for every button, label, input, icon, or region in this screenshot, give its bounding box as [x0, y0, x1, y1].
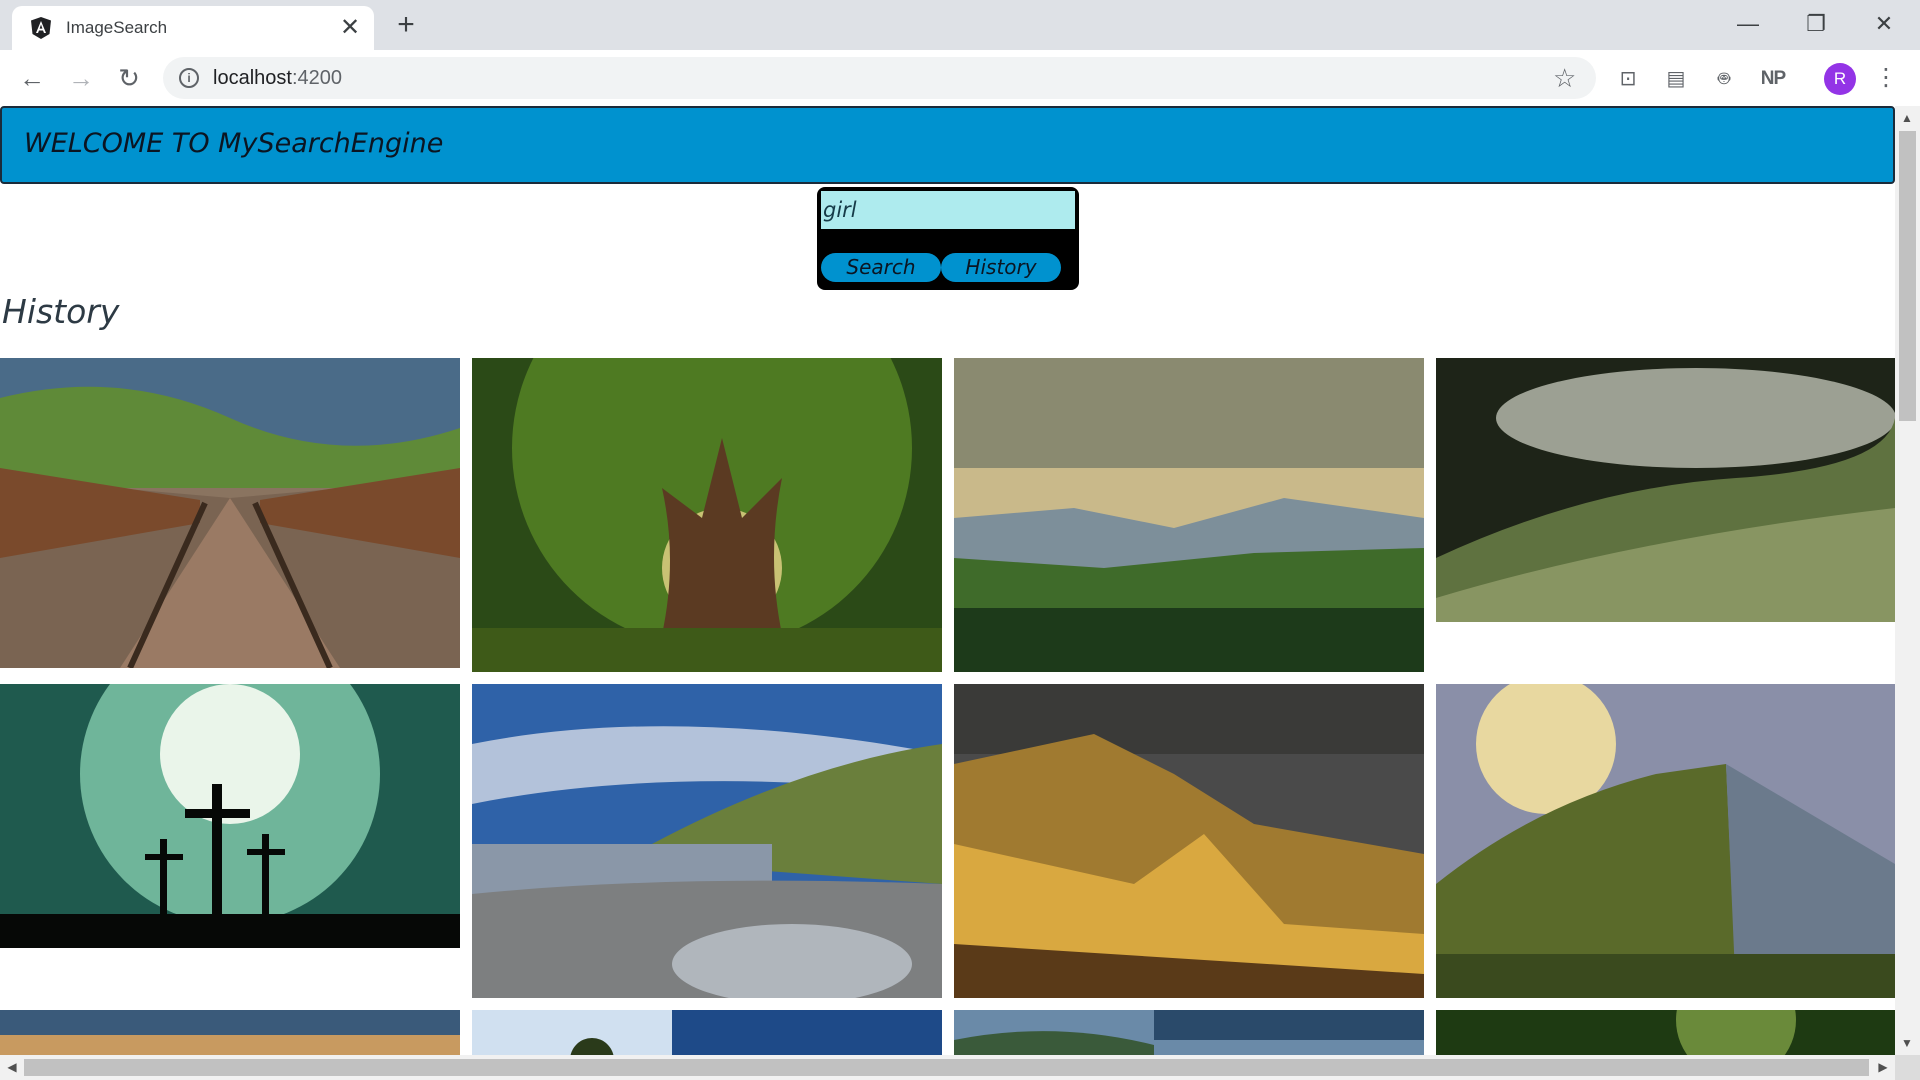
gallery-image-misty-hills[interactable] — [1436, 358, 1895, 622]
np-extension-icon[interactable]: NP — [1756, 65, 1790, 93]
url-host: localhost — [213, 67, 292, 89]
gallery-image-blue-sky-tree[interactable] — [472, 1010, 942, 1055]
address-bar[interactable]: i localhost:4200 ☆ — [163, 57, 1596, 99]
robot-extension-icon[interactable]: 🤖︎ — [1710, 65, 1738, 93]
window-close-button[interactable]: ✕ — [1854, 4, 1914, 44]
scrollbar-corner — [1895, 1055, 1920, 1080]
gallery-image-ancient-tree[interactable] — [472, 358, 942, 672]
tab-title: ImageSearch — [66, 18, 168, 37]
minimize-button[interactable]: — — [1718, 4, 1778, 44]
maximize-button[interactable]: ❐ — [1786, 4, 1846, 44]
site-header: WELCOME TO MySearchEngine — [0, 106, 1895, 184]
browser-menu-icon[interactable]: ⋮ — [1874, 63, 1898, 95]
search-input[interactable] — [821, 191, 1075, 229]
gallery-image-three-crosses[interactable] — [0, 684, 460, 948]
browser-tab[interactable]: ImageSearch ✕ — [12, 6, 374, 50]
page-viewport: WELCOME TO MySearchEngine Search History… — [0, 106, 1895, 1055]
horizontal-scrollbar[interactable]: ◀ ▶ — [0, 1055, 1895, 1080]
scroll-left-icon[interactable]: ◀ — [2, 1057, 22, 1077]
search-button[interactable]: Search — [821, 253, 941, 282]
profile-avatar[interactable]: R — [1824, 63, 1856, 95]
angular-icon — [31, 17, 51, 39]
bookmark-star-icon[interactable]: ☆ — [1553, 64, 1576, 92]
back-arrow-icon[interactable]: ← — [15, 61, 49, 95]
url-port: :4200 — [291, 67, 342, 89]
clipboard-extension-icon[interactable]: ▤ — [1662, 65, 1690, 93]
reload-icon[interactable]: ↻ — [112, 61, 146, 95]
site-title: WELCOME TO MySearchEngine — [24, 128, 444, 159]
gallery-image-dusk-sky[interactable] — [0, 1010, 460, 1055]
info-icon[interactable]: i — [179, 68, 199, 88]
pocket-extension-icon[interactable]: ⊡ — [1614, 65, 1642, 93]
tab-close-icon[interactable]: ✕ — [336, 14, 364, 42]
vertical-scroll-thumb[interactable] — [1899, 131, 1916, 421]
scroll-up-icon[interactable]: ▲ — [1897, 108, 1917, 128]
gallery-image-mountain-valley[interactable] — [954, 358, 1424, 672]
history-button[interactable]: History — [941, 253, 1061, 282]
new-tab-button[interactable]: + — [390, 10, 422, 42]
browser-tabstrip: ImageSearch ✕ + — ❐ ✕ — [0, 0, 1920, 50]
url-text[interactable]: localhost:4200 — [213, 67, 342, 90]
gallery-image-cloudy-hills[interactable] — [954, 1010, 1424, 1055]
browser-toolbar: ← → ↻ i localhost:4200 ☆ ⊡ ▤ 🤖︎ NP R ⋮ — [0, 50, 1920, 106]
gallery-image-rocky-coast[interactable] — [472, 684, 942, 998]
forward-arrow-icon[interactable]: → — [64, 61, 98, 95]
vertical-scrollbar[interactable]: ▲ ▼ — [1895, 106, 1920, 1055]
gallery-image-railway-bridge[interactable] — [0, 358, 460, 668]
gallery-image-sunset-cliff[interactable] — [1436, 684, 1895, 998]
gallery-image-golden-cliffs[interactable] — [954, 684, 1424, 998]
search-panel: Search History — [817, 187, 1079, 290]
history-heading: History — [2, 292, 120, 331]
scroll-right-icon[interactable]: ▶ — [1873, 1057, 1893, 1077]
gallery-image-green-canopy[interactable] — [1436, 1010, 1895, 1055]
horizontal-scroll-thumb[interactable] — [24, 1059, 1869, 1076]
scroll-down-icon[interactable]: ▼ — [1897, 1033, 1917, 1053]
